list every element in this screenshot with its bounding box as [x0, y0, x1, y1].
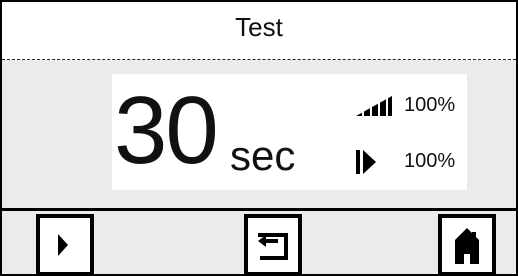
- duration-value: 30: [114, 77, 219, 184]
- duration-panel: 30 sec 100% 100%: [112, 74, 467, 190]
- softkey-divider: [2, 208, 516, 211]
- device-screen: Test 30 sec 100% 100%: [0, 0, 518, 276]
- home-button[interactable]: [438, 214, 496, 274]
- play-icon: [58, 234, 68, 256]
- output-value: 100%: [404, 150, 456, 172]
- signal-strength-icon: [356, 96, 392, 116]
- play-button[interactable]: [36, 214, 94, 274]
- pulse-output-icon: [356, 150, 376, 174]
- title-bar: Test: [2, 2, 516, 60]
- back-button[interactable]: [244, 214, 302, 274]
- page-title: Test: [235, 12, 283, 42]
- back-return-icon: [258, 233, 288, 260]
- duration-unit: sec: [230, 132, 296, 179]
- home-icon: [455, 228, 479, 264]
- intensity-value: 100%: [404, 94, 456, 116]
